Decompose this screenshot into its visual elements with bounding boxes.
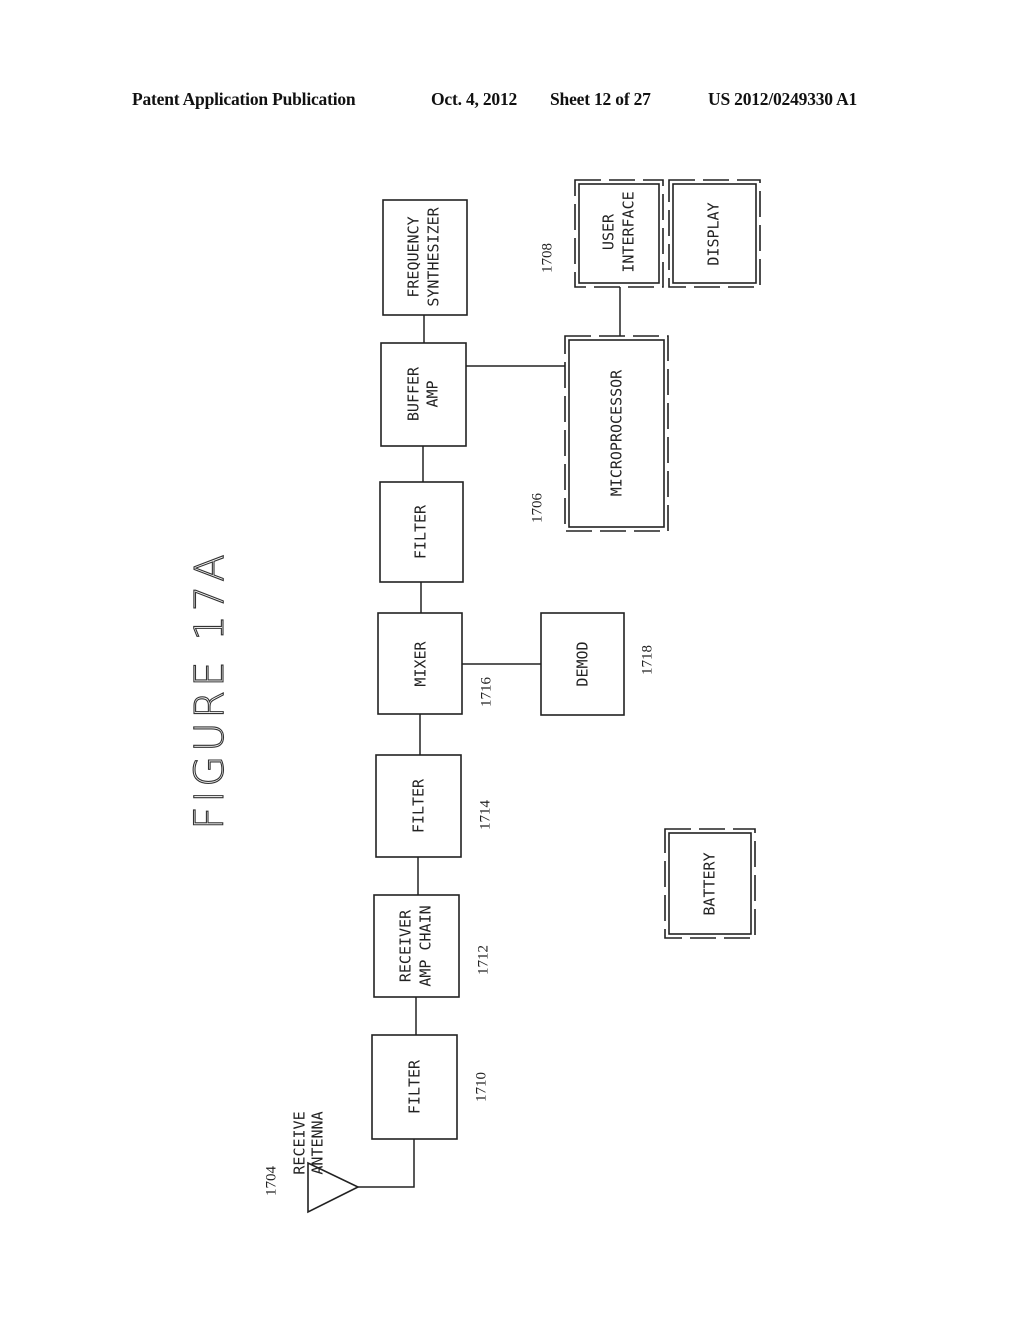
block-label: BATTERY	[701, 852, 719, 915]
block-label-line2: AMP	[424, 380, 442, 407]
ref-1708: 1708	[539, 243, 555, 273]
ref-1714: 1714	[477, 800, 493, 831]
block-diagram: FIGURE 17A RECEIVE ANTENNA 1704 FILTER 1…	[186, 179, 761, 1214]
figure-title: FIGURE 17A	[187, 550, 233, 829]
block-display: DISPLAY	[668, 179, 761, 288]
block-label: MIXER	[412, 640, 430, 686]
wire-filter1710-antenna	[358, 1139, 415, 1188]
ref-1712: 1712	[475, 945, 491, 975]
ref-1706: 1706	[529, 493, 545, 524]
block-label-line2: SYNTHESIZER	[425, 206, 443, 306]
ref-1718: 1718	[639, 645, 655, 675]
block-label-line2: AMP CHAIN	[417, 905, 435, 986]
block-label: DEMOD	[574, 641, 592, 686]
block-label-line1: FREQUENCY	[405, 216, 423, 297]
block-user-interface: USER INTERFACE 1708	[539, 179, 664, 288]
block-label-line1: USER	[600, 213, 618, 250]
block-label: FILTER	[406, 1059, 424, 1114]
block-label-line1: BUFFER	[405, 366, 423, 421]
block-filter-1710: FILTER 1710	[371, 1034, 489, 1140]
block-label: FILTER	[410, 778, 428, 833]
antenna-label-line1: RECEIVE	[291, 1111, 309, 1174]
block-label-line2: INTERFACE	[620, 191, 638, 272]
block-label: DISPLAY	[705, 202, 723, 265]
block-label-line1: RECEIVER	[397, 909, 415, 982]
antenna-label-line2: ANTENNA	[309, 1111, 327, 1174]
block-frequency-synthesizer: FREQUENCY SYNTHESIZER	[382, 199, 468, 316]
block-label: MICROPROCESSOR	[608, 369, 626, 496]
block-demod: DEMOD 1718	[540, 612, 655, 716]
receive-antenna: RECEIVE ANTENNA 1704	[263, 1111, 360, 1214]
block-filter-1714: FILTER 1714	[375, 754, 493, 858]
block-receiver-amp-chain: RECEIVER AMP CHAIN 1712	[373, 894, 491, 998]
block-filter-top: FILTER	[379, 481, 464, 583]
block-label: FILTER	[412, 504, 430, 559]
ref-1710: 1710	[473, 1072, 489, 1102]
ref-1704: 1704	[263, 1166, 279, 1197]
block-battery: BATTERY	[664, 828, 756, 939]
block-buffer-amp: BUFFER AMP	[380, 342, 467, 447]
ref-1716: 1716	[478, 677, 494, 708]
wires	[358, 287, 621, 1188]
